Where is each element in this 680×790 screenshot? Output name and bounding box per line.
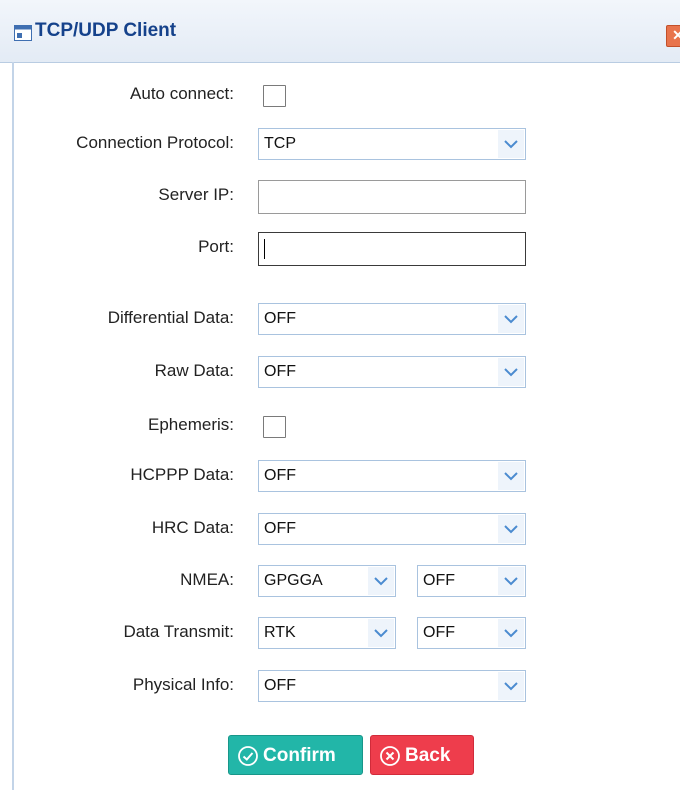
- raw-data-row: Raw Data: OFF: [0, 356, 680, 390]
- chevron-down-icon[interactable]: [498, 130, 524, 158]
- data-transmit-type-select[interactable]: RTK: [258, 617, 396, 649]
- differential-data-select[interactable]: OFF: [258, 303, 526, 335]
- raw-data-select[interactable]: OFF: [258, 356, 526, 388]
- x-circle-icon: [379, 745, 401, 767]
- confirm-button[interactable]: Confirm: [228, 735, 363, 775]
- close-icon[interactable]: ✕: [666, 25, 680, 47]
- nmea-row: NMEA: GPGGA OFF: [0, 565, 680, 599]
- dialog-titlebar: TCP/UDP Client ✕: [0, 0, 680, 63]
- chevron-down-icon[interactable]: [498, 358, 524, 386]
- hcppp-data-value: OFF: [264, 467, 296, 484]
- connection-protocol-select[interactable]: TCP: [258, 128, 526, 160]
- data-transmit-rate-value: OFF: [423, 624, 455, 641]
- auto-connect-row: Auto connect:: [0, 79, 680, 113]
- differential-data-row: Differential Data: OFF: [0, 303, 680, 337]
- physical-info-select[interactable]: OFF: [258, 670, 526, 702]
- raw-data-value: OFF: [264, 363, 296, 380]
- connection-protocol-row: Connection Protocol: TCP: [0, 128, 680, 162]
- server-ip-row: Server IP:: [0, 180, 680, 214]
- chevron-down-icon[interactable]: [498, 672, 524, 700]
- data-transmit-rate-select[interactable]: OFF: [417, 617, 526, 649]
- nmea-rate-value: OFF: [423, 572, 455, 589]
- ephemeris-row: Ephemeris:: [0, 410, 680, 444]
- physical-info-row: Physical Info: OFF: [0, 670, 680, 704]
- raw-data-label: Raw Data:: [154, 361, 234, 380]
- chevron-down-icon[interactable]: [498, 515, 524, 543]
- confirm-button-label: Confirm: [263, 745, 336, 766]
- back-button[interactable]: Back: [370, 735, 474, 775]
- port-row: Port:: [0, 232, 680, 266]
- hcppp-data-label: HCPPP Data:: [130, 465, 234, 484]
- hcppp-data-select[interactable]: OFF: [258, 460, 526, 492]
- port-label: Port:: [198, 237, 234, 256]
- nmea-rate-select[interactable]: OFF: [417, 565, 526, 597]
- window-icon: [14, 25, 32, 41]
- text-caret: [264, 239, 265, 259]
- data-transmit-type-value: RTK: [264, 624, 296, 641]
- check-circle-icon: [237, 745, 259, 767]
- nmea-label: NMEA:: [180, 570, 234, 589]
- back-button-label: Back: [405, 745, 451, 766]
- server-ip-label: Server IP:: [158, 185, 234, 204]
- auto-connect-label: Auto connect:: [130, 84, 234, 103]
- hrc-data-value: OFF: [264, 520, 296, 537]
- server-ip-input[interactable]: [258, 180, 526, 214]
- auto-connect-checkbox[interactable]: [263, 85, 286, 107]
- ephemeris-checkbox[interactable]: [263, 416, 286, 438]
- chevron-down-icon[interactable]: [498, 462, 524, 490]
- chevron-down-icon[interactable]: [498, 619, 524, 647]
- differential-data-label: Differential Data:: [107, 308, 234, 327]
- hrc-data-row: HRC Data: OFF: [0, 513, 680, 547]
- nmea-type-select[interactable]: GPGGA: [258, 565, 396, 597]
- chevron-down-icon[interactable]: [368, 619, 394, 647]
- connection-protocol-label: Connection Protocol:: [76, 133, 234, 152]
- chevron-down-icon[interactable]: [368, 567, 394, 595]
- nmea-type-value: GPGGA: [264, 572, 323, 589]
- physical-info-value: OFF: [264, 677, 296, 694]
- chevron-down-icon[interactable]: [498, 305, 524, 333]
- connection-protocol-value: TCP: [264, 135, 296, 152]
- physical-info-label: Physical Info:: [132, 675, 234, 694]
- dialog-title: TCP/UDP Client: [35, 20, 177, 41]
- data-transmit-row: Data Transmit: RTK OFF: [0, 617, 680, 651]
- tcp-udp-client-dialog: TCP/UDP Client ✕ Auto connect: Connectio…: [0, 0, 680, 790]
- hrc-data-select[interactable]: OFF: [258, 513, 526, 545]
- port-input[interactable]: [258, 232, 526, 266]
- differential-data-value: OFF: [264, 310, 296, 327]
- hcppp-data-row: HCPPP Data: OFF: [0, 460, 680, 494]
- ephemeris-label: Ephemeris:: [148, 415, 234, 434]
- hrc-data-label: HRC Data:: [151, 518, 234, 537]
- chevron-down-icon[interactable]: [498, 567, 524, 595]
- data-transmit-label: Data Transmit:: [123, 622, 234, 641]
